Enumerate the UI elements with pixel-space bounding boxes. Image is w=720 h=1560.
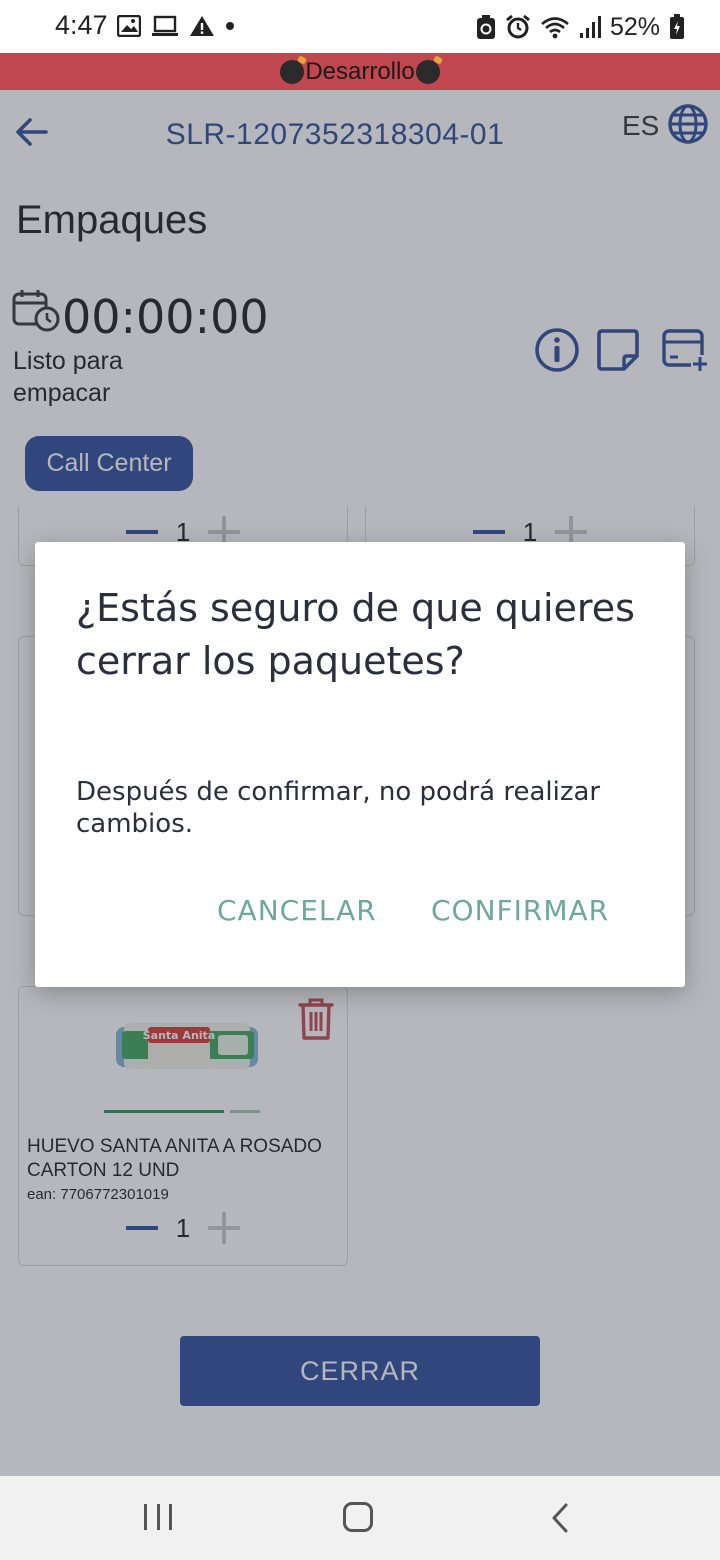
recycle-icon xyxy=(477,15,495,39)
system-nav-bar xyxy=(0,1476,720,1560)
signal-icon xyxy=(580,16,601,38)
dot-icon xyxy=(226,22,234,30)
cancel-button[interactable]: CANCELAR xyxy=(217,894,377,927)
bomb-icon xyxy=(415,59,440,84)
dev-banner-label: Desarrollo xyxy=(305,57,415,85)
warning-icon xyxy=(190,16,214,36)
dev-banner: Desarrollo xyxy=(0,53,720,90)
status-time: 4:47 xyxy=(55,10,108,40)
bomb-icon xyxy=(280,59,305,84)
dialog-message: Después de confirmar, no podrá realizar … xyxy=(76,777,601,839)
wifi-icon xyxy=(541,17,569,39)
confirm-button[interactable]: CONFIRMAR xyxy=(431,894,609,927)
image-icon xyxy=(117,15,141,37)
home-icon[interactable] xyxy=(343,1502,373,1532)
status-bar: 4:47 52% xyxy=(0,0,720,53)
nav-back-icon[interactable] xyxy=(546,1502,576,1534)
battery-percent: 52% xyxy=(610,12,661,41)
confirm-dialog: ¿Estás seguro de que quieres cerrar los … xyxy=(35,542,685,987)
laptop-icon xyxy=(152,15,178,36)
alarm-icon xyxy=(506,14,530,39)
recents-icon[interactable] xyxy=(144,1504,172,1530)
dialog-title: ¿Estás seguro de que quieres cerrar los … xyxy=(76,586,635,683)
battery-icon xyxy=(670,14,685,39)
